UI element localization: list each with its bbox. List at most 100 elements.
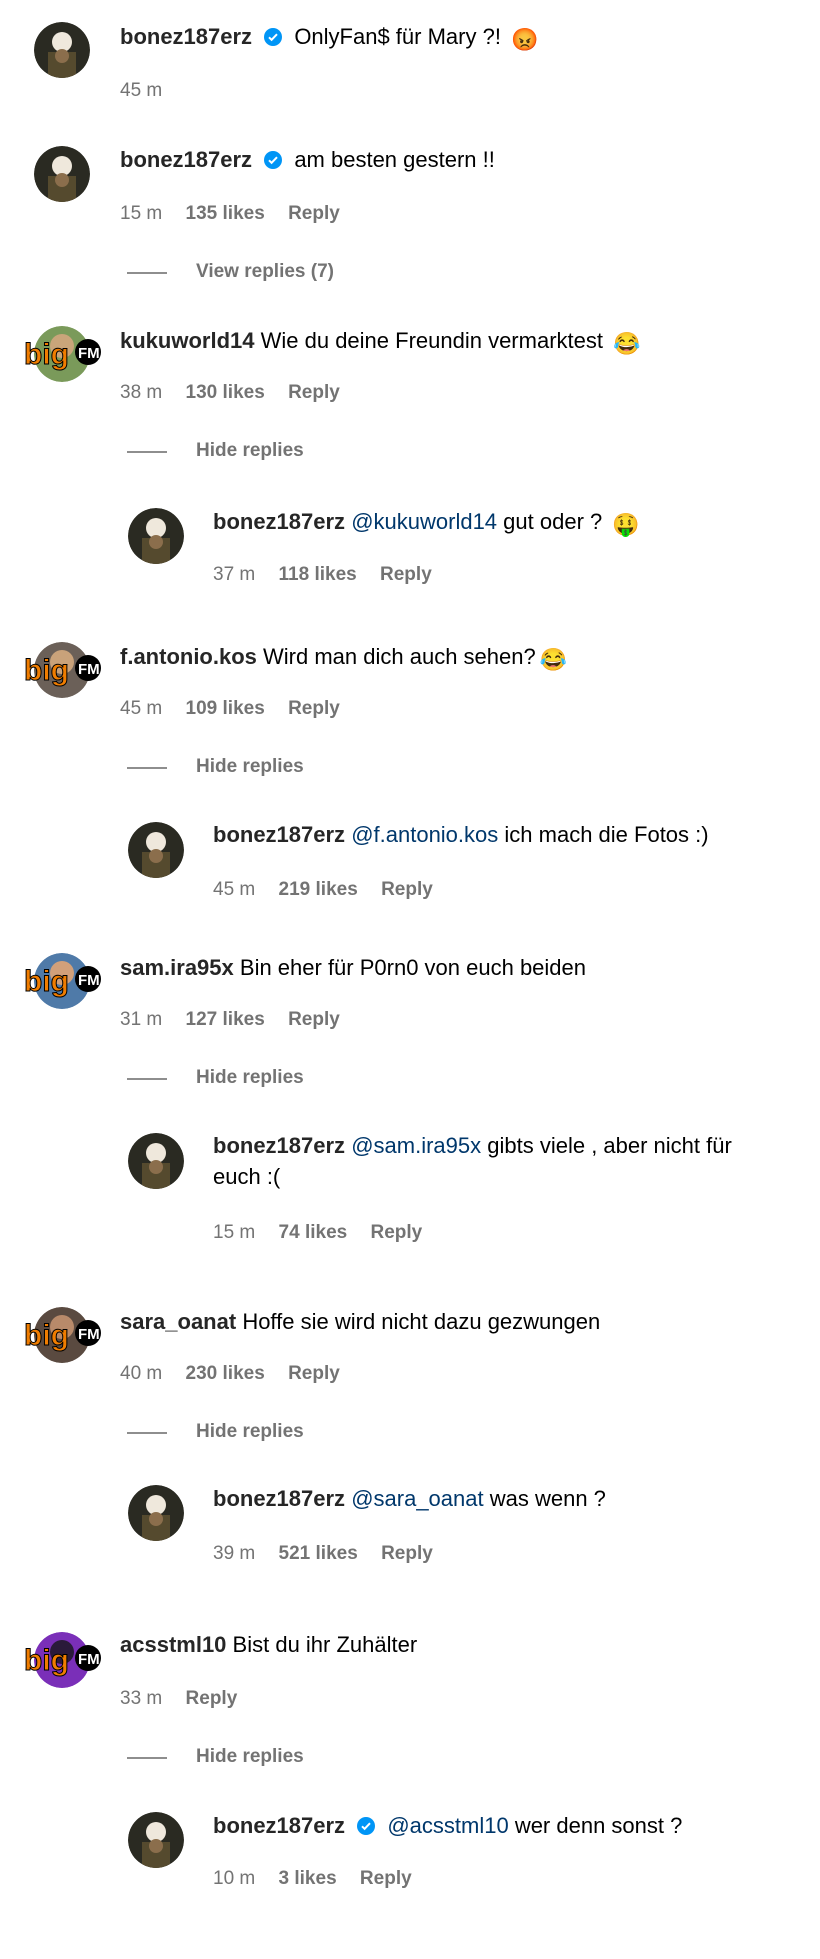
bigfm-logo-icon: big FM — [24, 332, 104, 377]
likes-count[interactable]: 127 likes — [186, 1009, 265, 1030]
avatar[interactable] — [34, 146, 90, 202]
hide-replies-button[interactable]: Hide replies — [196, 1067, 304, 1089]
comment-time: 33 m — [120, 1688, 163, 1709]
view-replies-button[interactable]: View replies (7) — [196, 261, 334, 283]
comment-text: am besten gestern !! — [294, 147, 495, 172]
reply-button[interactable]: Reply — [288, 698, 340, 719]
comment-time: 40 m — [120, 1363, 163, 1384]
comment-text: Wird man dich auch sehen? — [263, 644, 536, 669]
svg-text:FM: FM — [78, 1326, 100, 1343]
mention-link[interactable]: @sam.ira95x — [351, 1133, 481, 1158]
reply-text-continued: euch :( — [213, 1164, 281, 1189]
svg-text:FM: FM — [78, 345, 100, 362]
reply-time: 45 m — [213, 879, 256, 900]
verified-badge-icon — [357, 1813, 376, 1843]
comment-time: 15 m — [120, 203, 163, 224]
verified-badge-icon — [264, 147, 283, 177]
replies-divider — [127, 1078, 167, 1080]
bigfm-logo-icon: big FM — [24, 959, 104, 1004]
svg-text:big: big — [24, 338, 69, 371]
mention-link[interactable]: @f.antonio.kos — [351, 822, 498, 847]
avatar[interactable] — [128, 1133, 184, 1189]
avatar[interactable] — [128, 1812, 184, 1868]
comment-username[interactable]: f.antonio.kos — [120, 644, 257, 669]
reply-username[interactable]: bonez187erz — [213, 1486, 345, 1511]
replies-divider — [127, 767, 167, 769]
reply-text: ich mach die Fotos :) — [504, 822, 709, 847]
comment-time: 31 m — [120, 1009, 163, 1030]
replies-divider — [127, 1432, 167, 1434]
avatar[interactable] — [128, 822, 184, 878]
reply-username[interactable]: bonez187erz — [213, 1813, 345, 1838]
reply-button[interactable]: Reply — [288, 203, 340, 224]
comment-username[interactable]: kukuworld14 — [120, 328, 254, 353]
comment-time: 38 m — [120, 382, 163, 403]
comment-time: 45 m — [120, 698, 163, 719]
reply-username[interactable]: bonez187erz — [213, 509, 345, 534]
replies-divider — [127, 1757, 167, 1759]
comment-username[interactable]: acsstml10 — [120, 1632, 226, 1657]
reply-button[interactable]: Reply — [288, 382, 340, 403]
bigfm-logo-icon: big FM — [24, 1313, 104, 1358]
likes-count[interactable]: 219 likes — [279, 879, 358, 900]
reply-button[interactable]: Reply — [288, 1363, 340, 1384]
comment-time: 45 m — [120, 80, 163, 101]
mention-link[interactable]: @kukuworld14 — [351, 509, 497, 534]
avatar[interactable] — [128, 1485, 184, 1541]
svg-text:big: big — [24, 965, 69, 998]
hide-replies-button[interactable]: Hide replies — [196, 1746, 304, 1768]
svg-text:FM: FM — [78, 1651, 100, 1668]
laughing-emoji-icon: 😂 — [539, 647, 568, 672]
hide-replies-button[interactable]: Hide replies — [196, 440, 304, 462]
reply-text: gibts viele , aber nicht für — [487, 1133, 732, 1158]
reply-button[interactable]: Reply — [381, 1543, 433, 1564]
svg-text:FM: FM — [78, 972, 100, 989]
likes-count[interactable]: 130 likes — [186, 382, 265, 403]
verified-badge-icon — [264, 24, 283, 54]
reply-button[interactable]: Reply — [381, 879, 433, 900]
bigfm-logo-icon: big FM — [24, 648, 104, 693]
svg-text:big: big — [24, 1319, 69, 1352]
reply-text: was wenn ? — [489, 1486, 606, 1511]
comment-text: Hoffe sie wird nicht dazu gezwungen — [242, 1309, 601, 1334]
reply-button[interactable]: Reply — [288, 1009, 340, 1030]
likes-count[interactable]: 521 likes — [279, 1543, 358, 1564]
comment-text: Bist du ihr Zuhälter — [232, 1632, 418, 1657]
reply-button[interactable]: Reply — [186, 1688, 238, 1709]
avatar[interactable] — [34, 22, 90, 78]
likes-count[interactable]: 74 likes — [279, 1222, 348, 1243]
reply-username[interactable]: bonez187erz — [213, 822, 345, 847]
svg-text:big: big — [24, 1644, 69, 1677]
reply-time: 37 m — [213, 564, 256, 585]
likes-count[interactable]: 3 likes — [279, 1868, 337, 1889]
reply-button[interactable]: Reply — [370, 1222, 422, 1243]
replies-divider — [127, 451, 167, 453]
reply-button[interactable]: Reply — [360, 1868, 412, 1889]
comment-text: Bin eher für P0rn0 von euch beiden — [239, 955, 587, 980]
likes-count[interactable]: 135 likes — [186, 203, 265, 224]
hide-replies-button[interactable]: Hide replies — [196, 1421, 304, 1443]
likes-count[interactable]: 230 likes — [186, 1363, 265, 1384]
reply-text: wer denn sonst ? — [514, 1813, 683, 1838]
likes-count[interactable]: 118 likes — [279, 564, 357, 585]
comment-text: OnlyFan$ für Mary ?! — [294, 24, 501, 49]
reply-button[interactable]: Reply — [380, 564, 432, 585]
reply-time: 10 m — [213, 1868, 256, 1889]
mention-link[interactable]: @acsstml10 — [387, 1813, 508, 1838]
comment-username[interactable]: bonez187erz — [120, 24, 252, 49]
avatar[interactable] — [128, 508, 184, 564]
bigfm-logo-icon: big FM — [24, 1638, 104, 1683]
likes-count[interactable]: 109 likes — [186, 698, 265, 719]
comment-username[interactable]: sam.ira95x — [120, 955, 234, 980]
money-face-icon: 🤑 — [612, 512, 640, 537]
mention-link[interactable]: @sara_oanat — [351, 1486, 483, 1511]
svg-text:FM: FM — [78, 661, 100, 678]
reply-time: 39 m — [213, 1543, 256, 1564]
comment-username[interactable]: sara_oanat — [120, 1309, 236, 1334]
comment-username[interactable]: bonez187erz — [120, 147, 252, 172]
replies-divider — [127, 272, 167, 274]
laughing-emoji-icon: 😂 — [613, 331, 641, 356]
reply-username[interactable]: bonez187erz — [213, 1133, 345, 1158]
hide-replies-button[interactable]: Hide replies — [196, 756, 304, 778]
reply-time: 15 m — [213, 1222, 256, 1243]
